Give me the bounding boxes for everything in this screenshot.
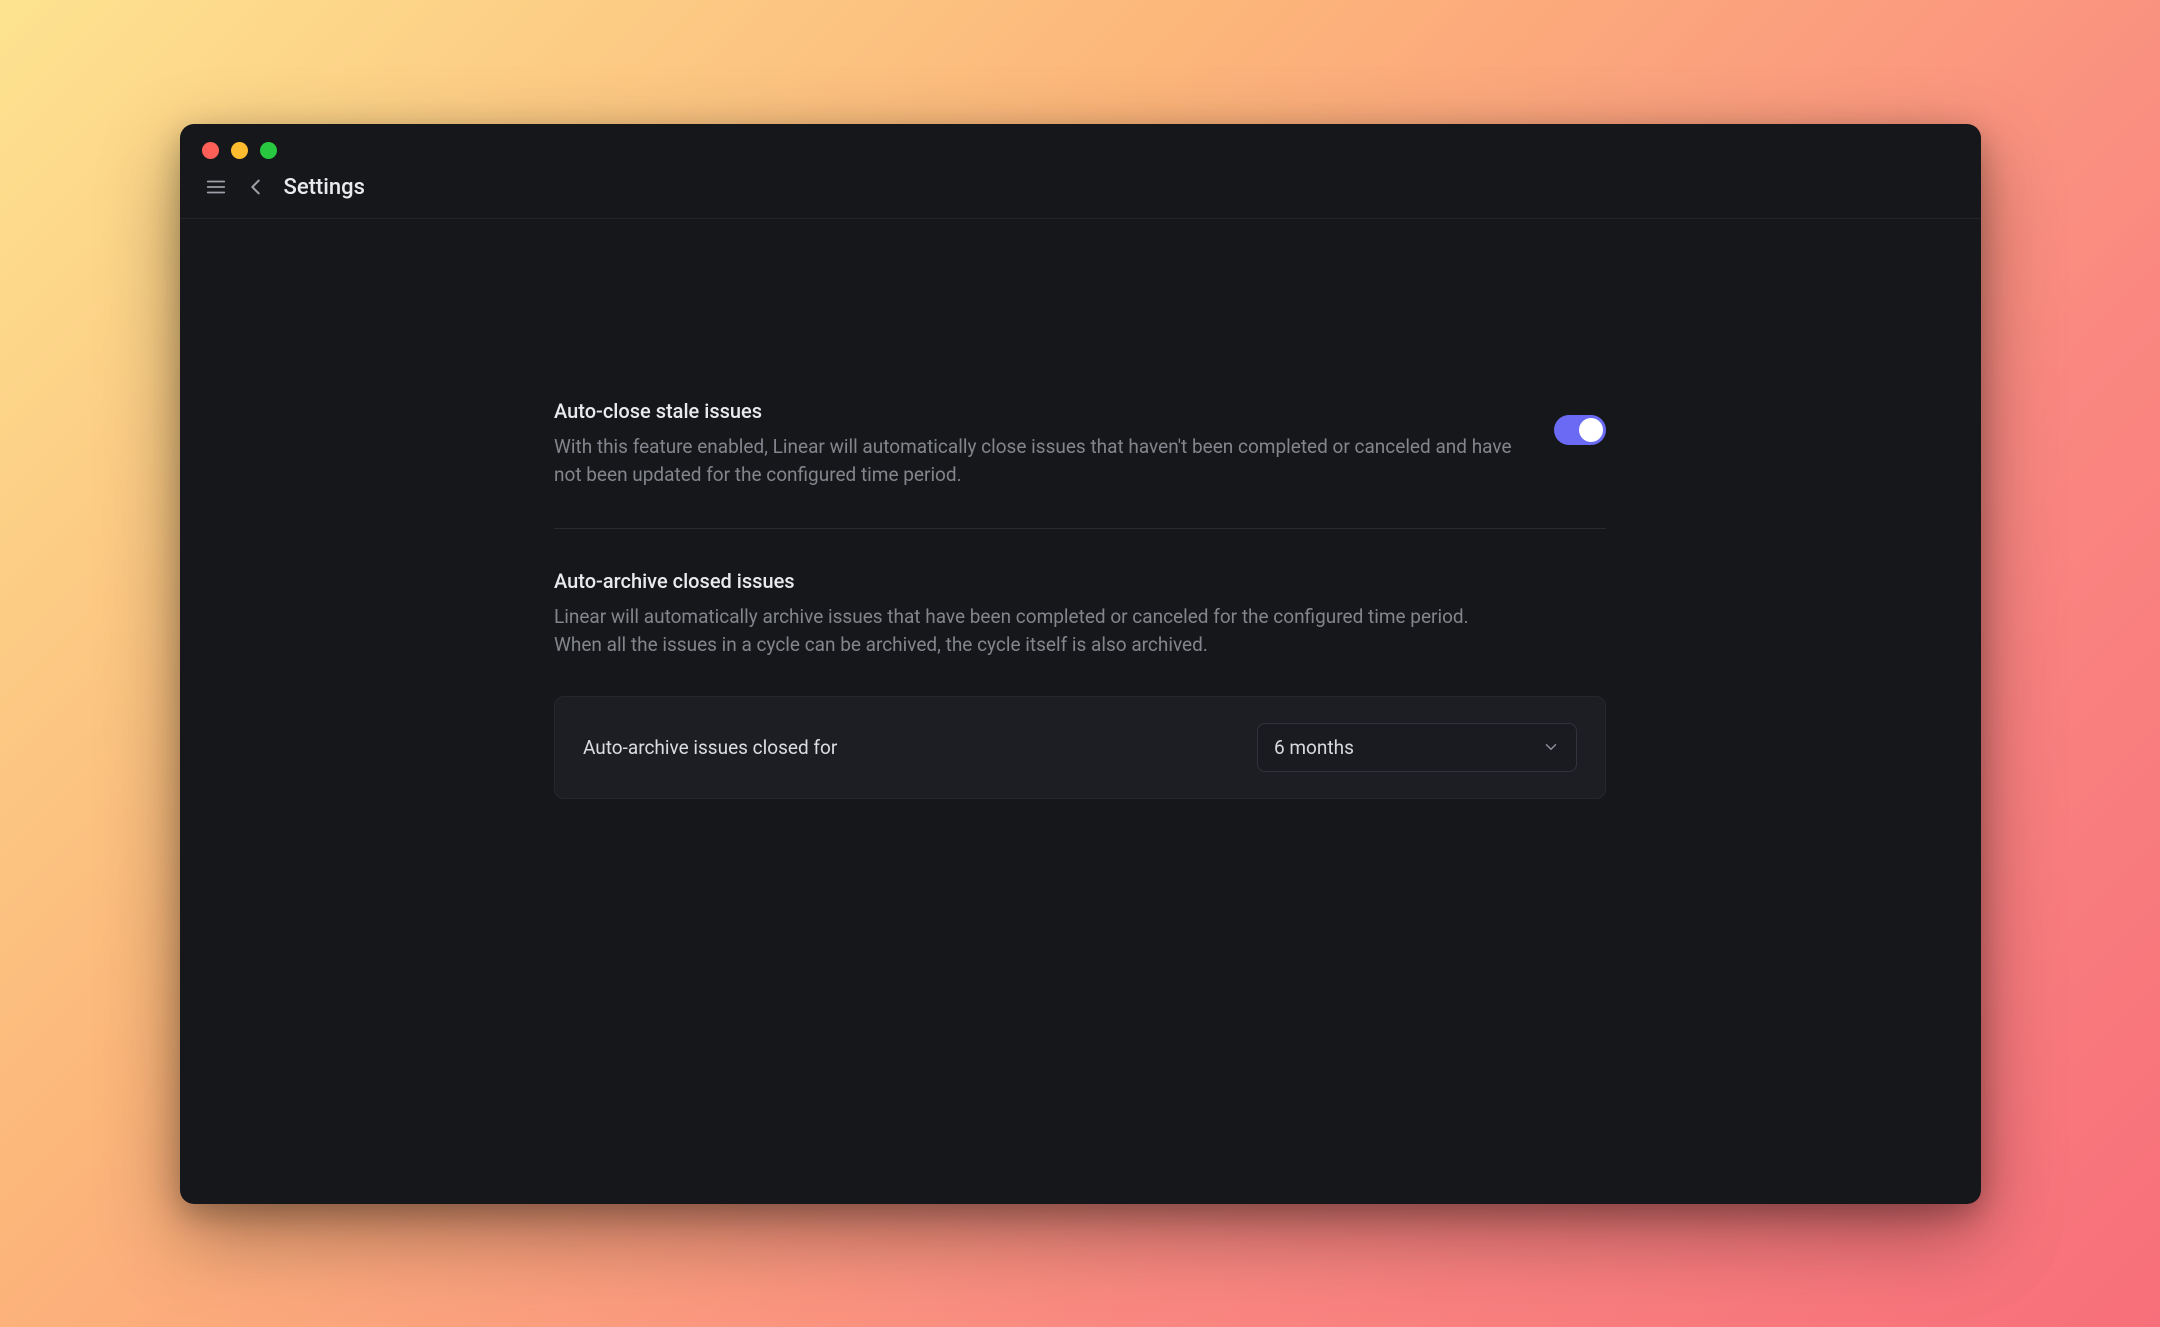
auto-close-description: With this feature enabled, Linear will a… [554,433,1514,490]
section-divider [554,528,1606,529]
window-controls [180,124,1981,165]
auto-archive-selected-value: 6 months [1274,736,1354,759]
back-icon[interactable] [244,175,268,199]
auto-close-toggle[interactable] [1554,415,1606,445]
auto-archive-description: Linear will automatically archive issues… [554,603,1514,660]
auto-archive-title: Auto-archive closed issues [554,569,1606,593]
auto-close-title: Auto-close stale issues [554,399,1524,423]
page-title: Settings [284,175,365,200]
window-close-button[interactable] [202,142,219,159]
auto-archive-config-block: Auto-archive issues closed for 6 months [554,696,1606,799]
chevron-down-icon [1542,738,1560,756]
auto-archive-duration-select[interactable]: 6 months [1257,723,1577,772]
window-minimize-button[interactable] [231,142,248,159]
app-window: Settings Auto-close stale issues With th… [180,124,1981,1204]
header-bar: Settings [180,165,1981,219]
window-zoom-button[interactable] [260,142,277,159]
auto-archive-section: Auto-archive closed issues Linear will a… [554,569,1606,837]
toggle-knob [1579,418,1603,442]
content-area: Auto-close stale issues With this featur… [180,219,1981,1204]
auto-close-section: Auto-close stale issues With this featur… [554,399,1606,528]
auto-archive-field-label: Auto-archive issues closed for [583,736,837,759]
menu-icon[interactable] [204,175,228,199]
settings-column: Auto-close stale issues With this featur… [554,399,1606,1204]
